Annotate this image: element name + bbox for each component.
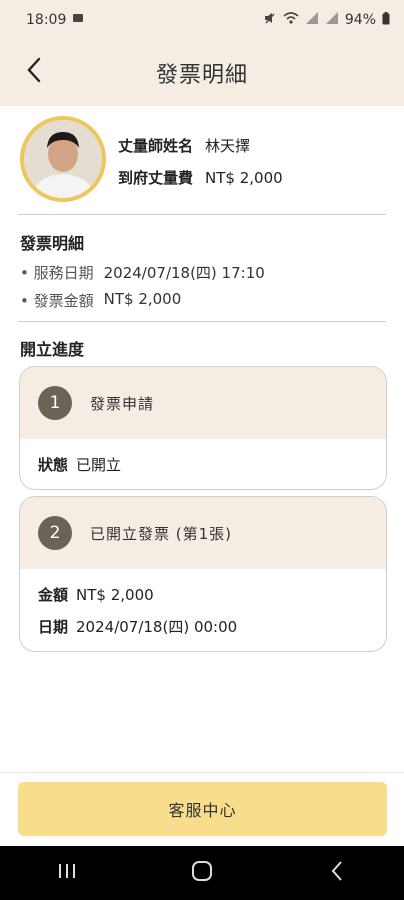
divider: [18, 214, 386, 215]
card-title: 已開立發票 (第1張): [90, 524, 233, 543]
progress-card-issued: 2 已開立發票 (第1張) 金額 NT$ 2,000 日期 2024/07/18…: [19, 496, 387, 652]
divider: [18, 321, 386, 322]
card-body: 金額 NT$ 2,000 日期 2024/07/18(四) 00:00: [20, 569, 386, 651]
wifi-icon: [283, 11, 299, 29]
card-title: 發票申請: [90, 394, 155, 413]
measurer-name-label: 丈量師姓名: [118, 137, 194, 155]
step-number: 2: [38, 516, 72, 550]
notification-icon: [72, 12, 84, 28]
avatar-image: [24, 120, 102, 198]
divider: [0, 772, 404, 773]
date-label: 日期: [38, 618, 69, 636]
signal-icon-2: [325, 11, 339, 29]
app-bar: 發票明細: [0, 40, 404, 106]
progress-card-application: 1 發票申請 狀態 已開立: [19, 366, 387, 490]
progress-title: 開立進度: [20, 340, 85, 359]
status-time: 18:09: [26, 12, 67, 28]
profile-section: 丈量師姓名 林天擇 到府丈量費 NT$ 2,000: [0, 106, 404, 214]
battery-text: 94%: [344, 12, 376, 28]
recent-apps-icon: [57, 862, 77, 884]
mute-icon: [263, 11, 277, 29]
nav-back-button[interactable]: [307, 853, 367, 893]
card-header: 1 發票申請: [20, 367, 386, 439]
status-value: 已開立: [76, 456, 122, 474]
service-date-value: 2024/07/18(四) 17:10: [103, 264, 265, 282]
invoice-amount-value: NT$ 2,000: [103, 290, 182, 308]
avatar: [20, 116, 106, 202]
home-button[interactable]: [172, 853, 232, 893]
service-date-label: • 服務日期: [20, 264, 94, 282]
system-nav-bar: [0, 846, 404, 900]
invoice-details-title: 發票明細: [20, 234, 85, 253]
service-date-row: • 服務日期 2024/07/18(四) 17:10: [20, 262, 265, 283]
measure-fee-label: 到府丈量費: [118, 169, 194, 187]
card-body: 狀態 已開立: [20, 439, 386, 489]
invoice-amount-row: • 發票金額 NT$ 2,000: [20, 290, 181, 311]
measure-fee-value: NT$ 2,000: [205, 169, 283, 187]
recent-apps-button[interactable]: [37, 853, 97, 893]
signal-icon: [305, 11, 319, 29]
nav-back-icon: [330, 860, 344, 886]
back-button[interactable]: [20, 57, 48, 87]
home-icon: [191, 860, 213, 886]
battery-icon: [382, 11, 390, 29]
step-number: 1: [38, 386, 72, 420]
status-label: 狀態: [38, 456, 69, 474]
amount-value: NT$ 2,000: [76, 586, 154, 604]
customer-service-button[interactable]: 客服中心: [18, 782, 387, 836]
profile-info: 丈量師姓名 林天擇 到府丈量費 NT$ 2,000: [118, 130, 283, 194]
date-value: 2024/07/18(四) 00:00: [76, 618, 238, 636]
measurer-name-value: 林天擇: [205, 137, 251, 155]
chevron-left-icon: [26, 57, 42, 87]
page-title: 發票明細: [155, 63, 248, 88]
invoice-amount-label: • 發票金額: [20, 292, 94, 310]
status-bar: 18:09 94%: [0, 0, 404, 40]
amount-label: 金額: [38, 586, 69, 604]
card-header: 2 已開立發票 (第1張): [20, 497, 386, 569]
